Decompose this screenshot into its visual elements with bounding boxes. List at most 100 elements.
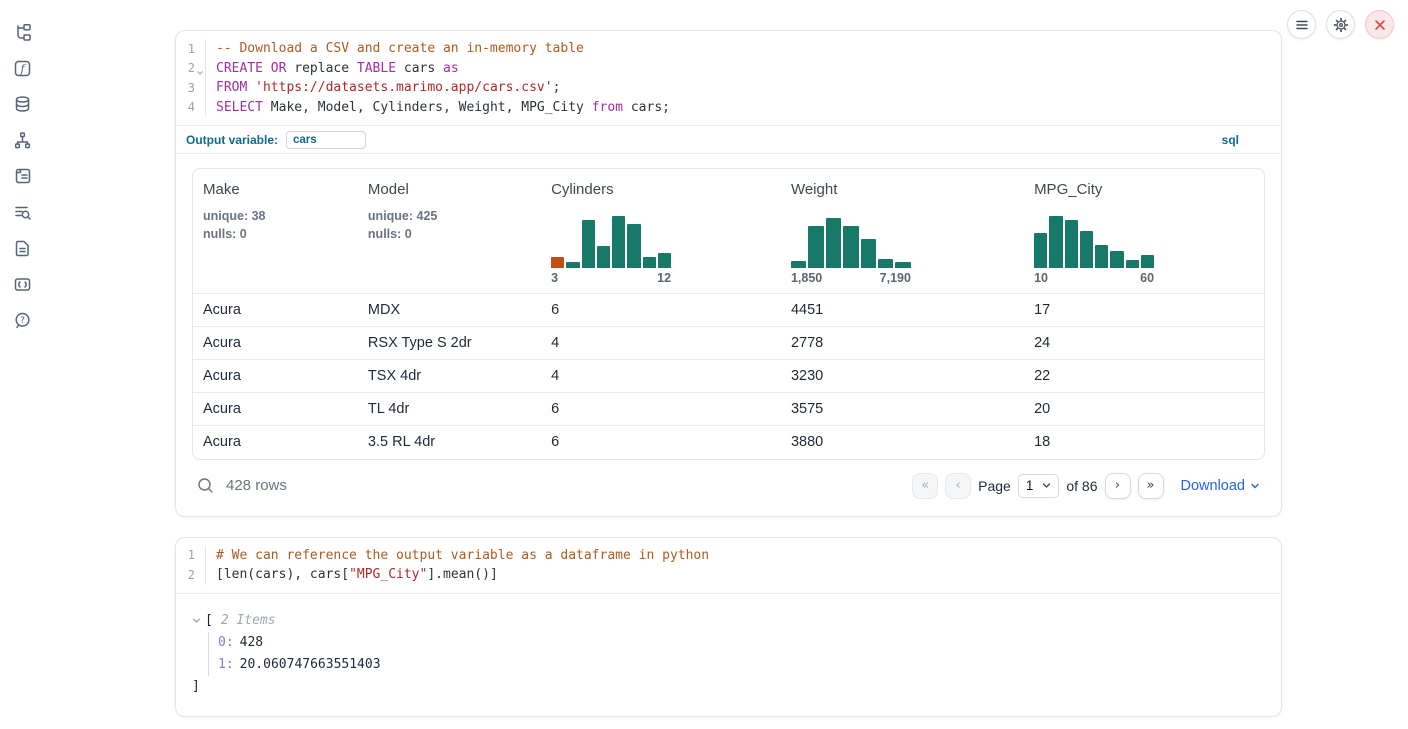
histogram-bar bbox=[826, 218, 841, 268]
sidebar-item-dependency-graph[interactable] bbox=[9, 128, 35, 152]
notebook-actions bbox=[1287, 10, 1394, 39]
collapse-chevron-icon bbox=[192, 616, 201, 625]
histogram-bar bbox=[612, 216, 625, 268]
items-count: 2 Items bbox=[221, 613, 276, 628]
logs-icon bbox=[13, 203, 32, 222]
sql-code-editor[interactable]: 1-- Download a CSV and create an in-memo… bbox=[176, 31, 1281, 125]
table-row[interactable]: Acura3.5 RL 4dr6388018 bbox=[193, 426, 1264, 459]
settings-button[interactable] bbox=[1326, 10, 1355, 39]
histogram-bar bbox=[791, 261, 806, 268]
column-stats: unique: 38 nulls: 0 bbox=[203, 208, 348, 243]
histogram-bar bbox=[597, 246, 610, 268]
dependency-graph-icon bbox=[13, 131, 32, 150]
column-header-mpg-city[interactable]: MPG_City 10 60 bbox=[1024, 169, 1264, 294]
database-icon bbox=[13, 95, 32, 114]
close-icon bbox=[1374, 19, 1386, 31]
python-output: [ 2 Items 0:4281:20.060747663551403 ] bbox=[176, 593, 1281, 716]
file-tree-icon bbox=[13, 23, 32, 42]
histogram-bar bbox=[566, 262, 579, 268]
mpg-city-histogram: 10 60 bbox=[1034, 216, 1154, 285]
page-select[interactable]: 1 bbox=[1018, 474, 1060, 498]
output-variable-row: Output variable: sql bbox=[176, 125, 1281, 153]
hamburger-menu-icon bbox=[1295, 18, 1309, 32]
histogram-bar bbox=[627, 224, 640, 268]
search-icon[interactable] bbox=[197, 477, 214, 494]
closing-bracket: ] bbox=[192, 676, 1265, 698]
list-item: 0:428 bbox=[218, 632, 1265, 654]
language-badge: sql bbox=[1222, 133, 1271, 147]
sidebar-item-help[interactable]: ? bbox=[9, 308, 35, 332]
gear-icon bbox=[1333, 17, 1349, 33]
sidebar-item-logs[interactable] bbox=[9, 200, 35, 224]
data-table: Make unique: 38 nulls: 0 Model bbox=[193, 169, 1264, 459]
download-button[interactable]: Download bbox=[1181, 478, 1261, 494]
help-icon: ? bbox=[13, 311, 32, 330]
next-page-button[interactable]: › bbox=[1105, 473, 1131, 499]
last-page-button[interactable]: » bbox=[1138, 473, 1164, 499]
list-output-entries: 0:4281:20.060747663551403 bbox=[208, 632, 1265, 676]
sidebar-item-scratchpad[interactable] bbox=[9, 164, 35, 188]
histogram-bar bbox=[861, 239, 876, 268]
output-variable-input[interactable] bbox=[286, 131, 366, 149]
table-row[interactable]: AcuraMDX6445117 bbox=[193, 294, 1264, 327]
table-row[interactable]: AcuraTSX 4dr4323022 bbox=[193, 360, 1264, 393]
pagination: « ‹ Page 1 of 86 › » Download bbox=[912, 473, 1260, 499]
histogram-bar bbox=[1141, 255, 1154, 268]
scratchpad-icon bbox=[13, 167, 32, 186]
column-header-make[interactable]: Make unique: 38 nulls: 0 bbox=[193, 169, 358, 294]
chevron-down-icon bbox=[1250, 481, 1260, 491]
weight-histogram: 1,850 7,190 bbox=[791, 216, 911, 285]
chevron-down-icon bbox=[1042, 481, 1051, 490]
histogram-bar bbox=[1034, 233, 1047, 268]
sidebar: f bbox=[0, 0, 44, 729]
python-cell: 1# We can reference the output variable … bbox=[175, 537, 1282, 717]
table-row[interactable]: AcuraRSX Type S 2dr4277824 bbox=[193, 327, 1264, 360]
histogram-bar bbox=[551, 257, 564, 268]
list-item: 1:20.060747663551403 bbox=[218, 654, 1265, 676]
histogram-bar bbox=[1110, 251, 1123, 268]
sidebar-item-database[interactable] bbox=[9, 92, 35, 116]
histogram-bar bbox=[808, 226, 823, 268]
histogram-bar bbox=[843, 226, 858, 268]
output-variable-label: Output variable: bbox=[186, 133, 278, 147]
sidebar-item-file-tree[interactable] bbox=[9, 20, 35, 44]
python-code-editor[interactable]: 1# We can reference the output variable … bbox=[176, 538, 1281, 593]
documentation-icon bbox=[13, 239, 32, 258]
first-page-button[interactable]: « bbox=[912, 473, 938, 499]
page-label: Page bbox=[978, 478, 1011, 494]
histogram-bar bbox=[582, 220, 595, 268]
histogram-bar bbox=[878, 259, 893, 268]
column-header-weight[interactable]: Weight 1,850 7,190 bbox=[781, 169, 1024, 294]
histogram-bar bbox=[895, 262, 910, 268]
sidebar-item-documentation[interactable] bbox=[9, 236, 35, 260]
histogram-bar bbox=[643, 257, 656, 268]
row-count: 428 rows bbox=[226, 477, 287, 494]
snippets-icon bbox=[13, 275, 32, 294]
svg-text:?: ? bbox=[20, 316, 25, 326]
shutdown-button[interactable] bbox=[1365, 10, 1394, 39]
notebook-area: 1-- Download a CSV and create an in-memo… bbox=[175, 30, 1282, 717]
menu-button[interactable] bbox=[1287, 10, 1316, 39]
histogram-bar bbox=[1126, 260, 1139, 268]
column-stats: unique: 425 nulls: 0 bbox=[368, 208, 531, 243]
list-output-header[interactable]: [ 2 Items bbox=[192, 610, 1265, 632]
histogram-bar bbox=[1049, 216, 1062, 268]
histogram-bar bbox=[1065, 220, 1078, 268]
column-header-model[interactable]: Model unique: 425 nulls: 0 bbox=[358, 169, 541, 294]
data-table-card: Make unique: 38 nulls: 0 Model bbox=[192, 168, 1265, 460]
cylinders-histogram: 3 12 bbox=[551, 216, 671, 285]
sidebar-item-snippets[interactable] bbox=[9, 272, 35, 296]
table-row[interactable]: AcuraTL 4dr6357520 bbox=[193, 393, 1264, 426]
histogram-bar bbox=[1080, 231, 1093, 268]
sql-output: Make unique: 38 nulls: 0 Model bbox=[176, 153, 1281, 516]
table-footer: 428 rows « ‹ Page 1 of 86 › » Dow bbox=[192, 472, 1265, 500]
page-total: of 86 bbox=[1066, 478, 1097, 494]
histogram-bar bbox=[1095, 245, 1108, 268]
functions-icon: f bbox=[13, 59, 32, 78]
sql-cell: 1-- Download a CSV and create an in-memo… bbox=[175, 30, 1282, 517]
histogram-bar bbox=[658, 253, 671, 268]
prev-page-button[interactable]: ‹ bbox=[945, 473, 971, 499]
sidebar-item-functions[interactable]: f bbox=[9, 56, 35, 80]
column-header-cylinders[interactable]: Cylinders 3 12 bbox=[541, 169, 781, 294]
svg-text:f: f bbox=[19, 62, 26, 75]
